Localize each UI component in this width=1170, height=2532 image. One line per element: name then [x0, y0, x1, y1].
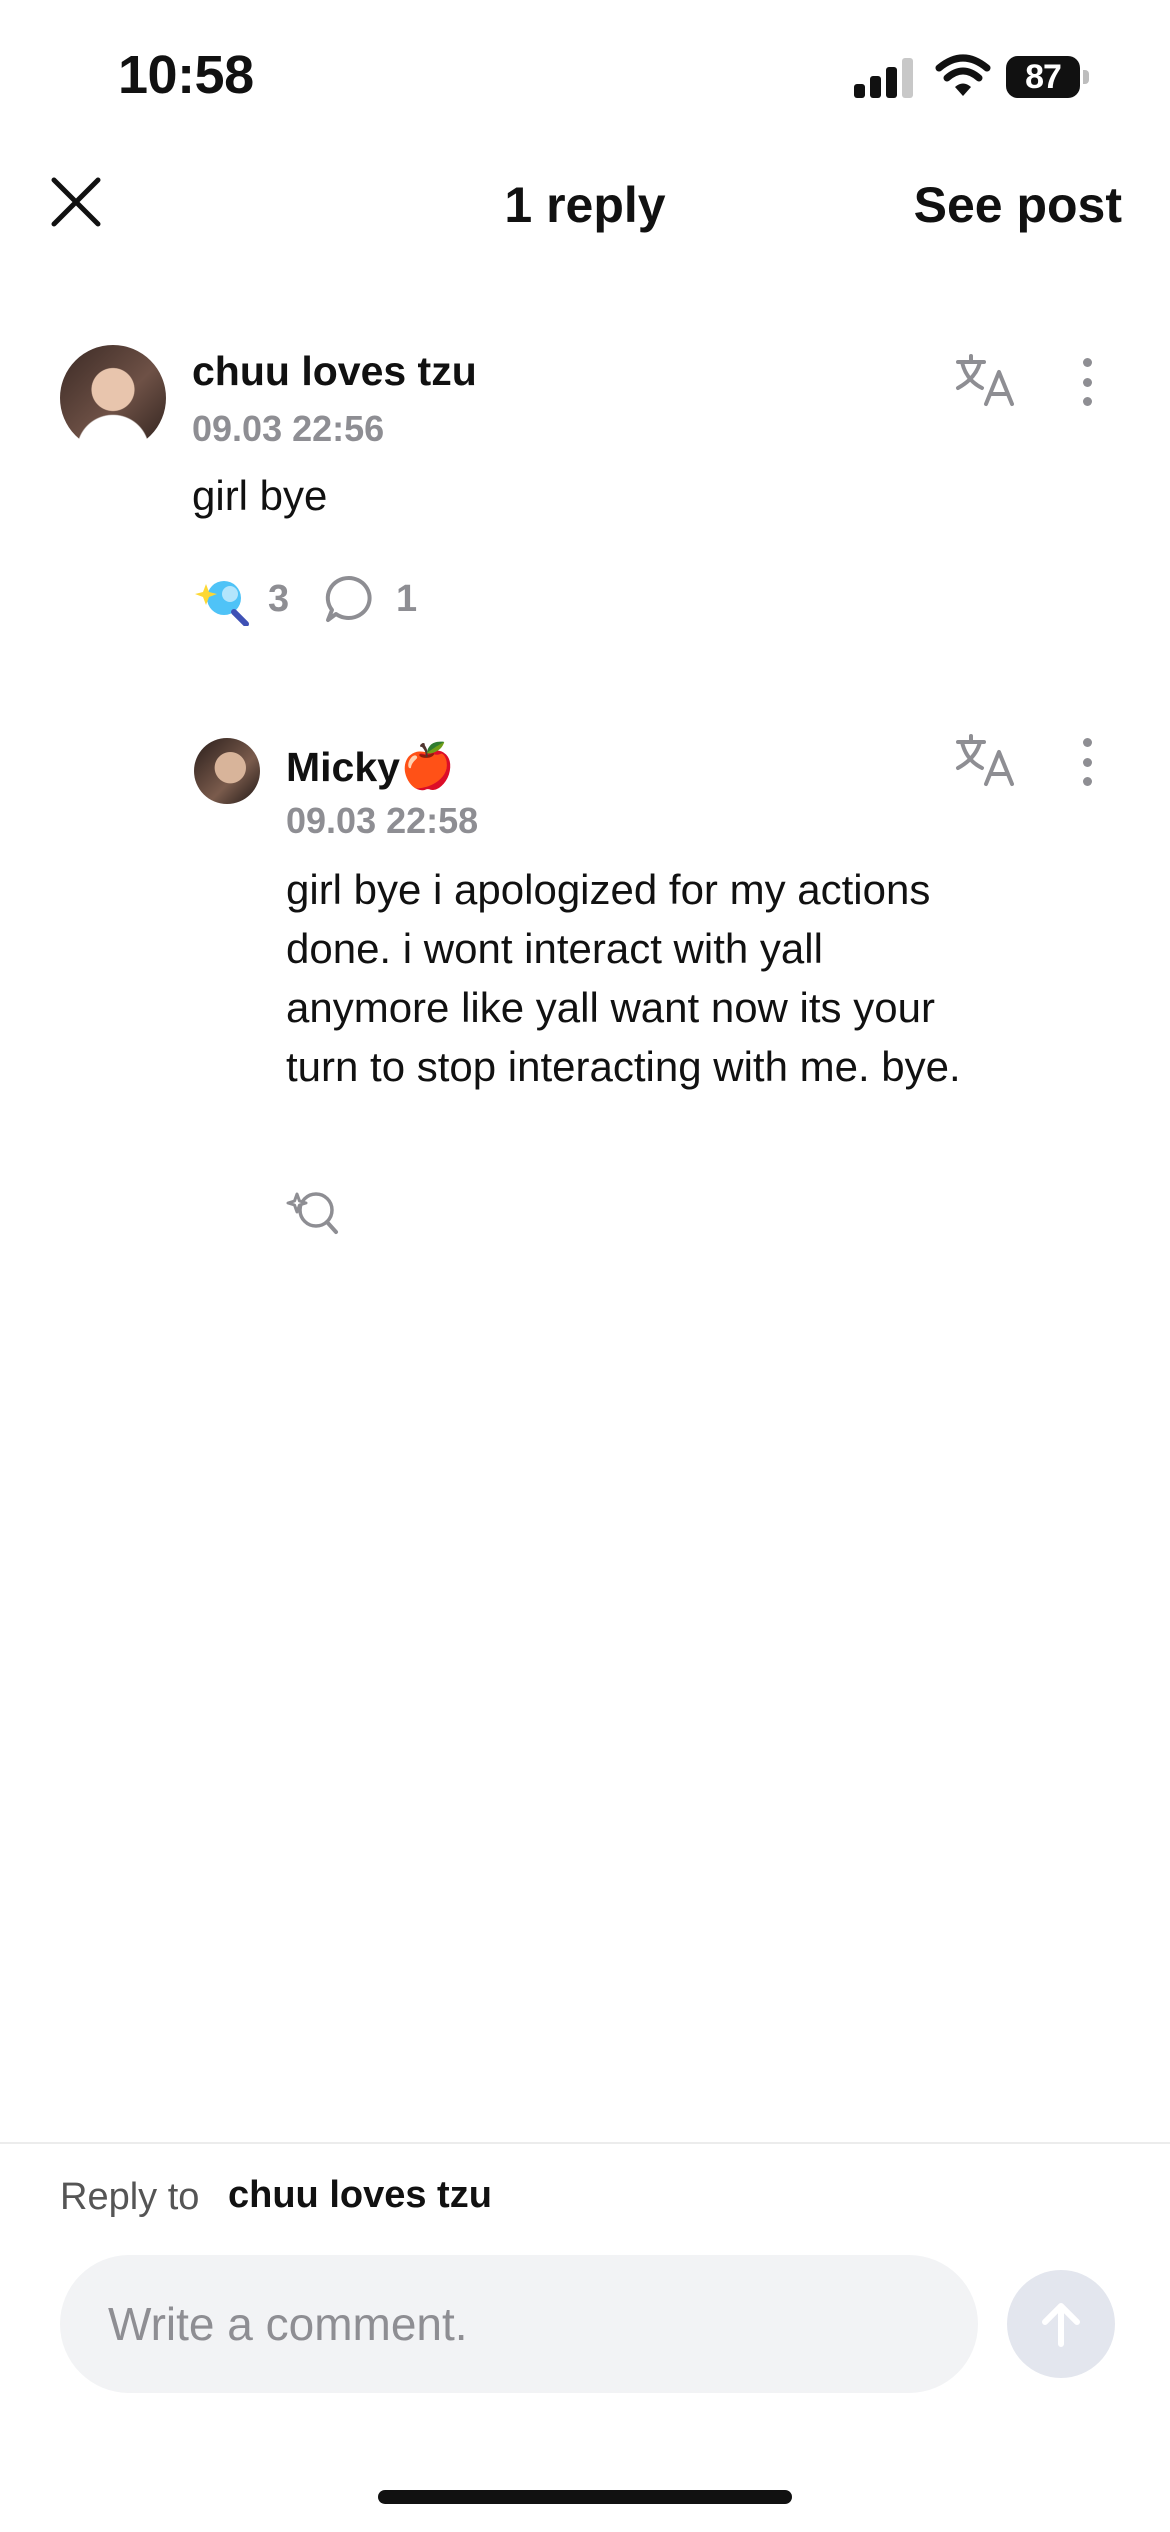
more-vertical-icon[interactable] [1072, 352, 1102, 412]
comment-timestamp: 09.03 22:56 [192, 408, 385, 449]
comment-username[interactable]: chuu loves tzu [192, 348, 477, 395]
translate-icon[interactable] [954, 352, 1018, 408]
avatar[interactable] [60, 345, 166, 451]
reply-username[interactable]: Micky🍎 [286, 740, 455, 792]
reply-count: 1 [396, 578, 418, 620]
wifi-icon [935, 54, 991, 96]
reply-text-line: girl bye i apologized for my actions [286, 866, 931, 913]
reply-text-line: anymore like yall want now its your [286, 984, 935, 1031]
reply-text-line: turn to stop interacting with me. bye. [286, 1043, 961, 1090]
apple-emoji: 🍎 [399, 742, 455, 791]
reply-text: girl bye i apologized for my actions don… [286, 860, 1106, 1096]
arrow-up-icon [1042, 2303, 1080, 2347]
send-button[interactable] [1007, 2270, 1115, 2378]
reply-translate-icon[interactable] [954, 732, 1018, 788]
home-indicator [378, 2490, 792, 2504]
see-post-link[interactable]: See post [914, 176, 1122, 234]
comment-bubble-icon[interactable] [324, 574, 374, 624]
battery-icon: 87 [1006, 56, 1090, 98]
comment-input[interactable] [60, 2255, 978, 2393]
reply-avatar[interactable] [194, 738, 260, 804]
reply-to-username: chuu loves tzu [228, 2174, 492, 2216]
reply-text-line: done. i wont interact with yall [286, 925, 823, 972]
reply-timestamp: 09.03 22:58 [286, 800, 479, 841]
battery-level: 87 [1006, 56, 1080, 98]
signal-icon [854, 58, 913, 98]
reaction-count: 3 [268, 578, 290, 620]
reply-more-vertical-icon[interactable] [1072, 732, 1102, 792]
reply-username-text: Micky [286, 744, 400, 790]
divider [0, 2142, 1170, 2144]
comment-text: girl bye [192, 472, 328, 519]
status-time: 10:58 [118, 45, 254, 105]
add-reaction-icon[interactable] [286, 1184, 340, 1238]
reply-to-label: Reply to [60, 2176, 200, 2218]
sparkle-reaction-icon[interactable] [194, 570, 250, 626]
